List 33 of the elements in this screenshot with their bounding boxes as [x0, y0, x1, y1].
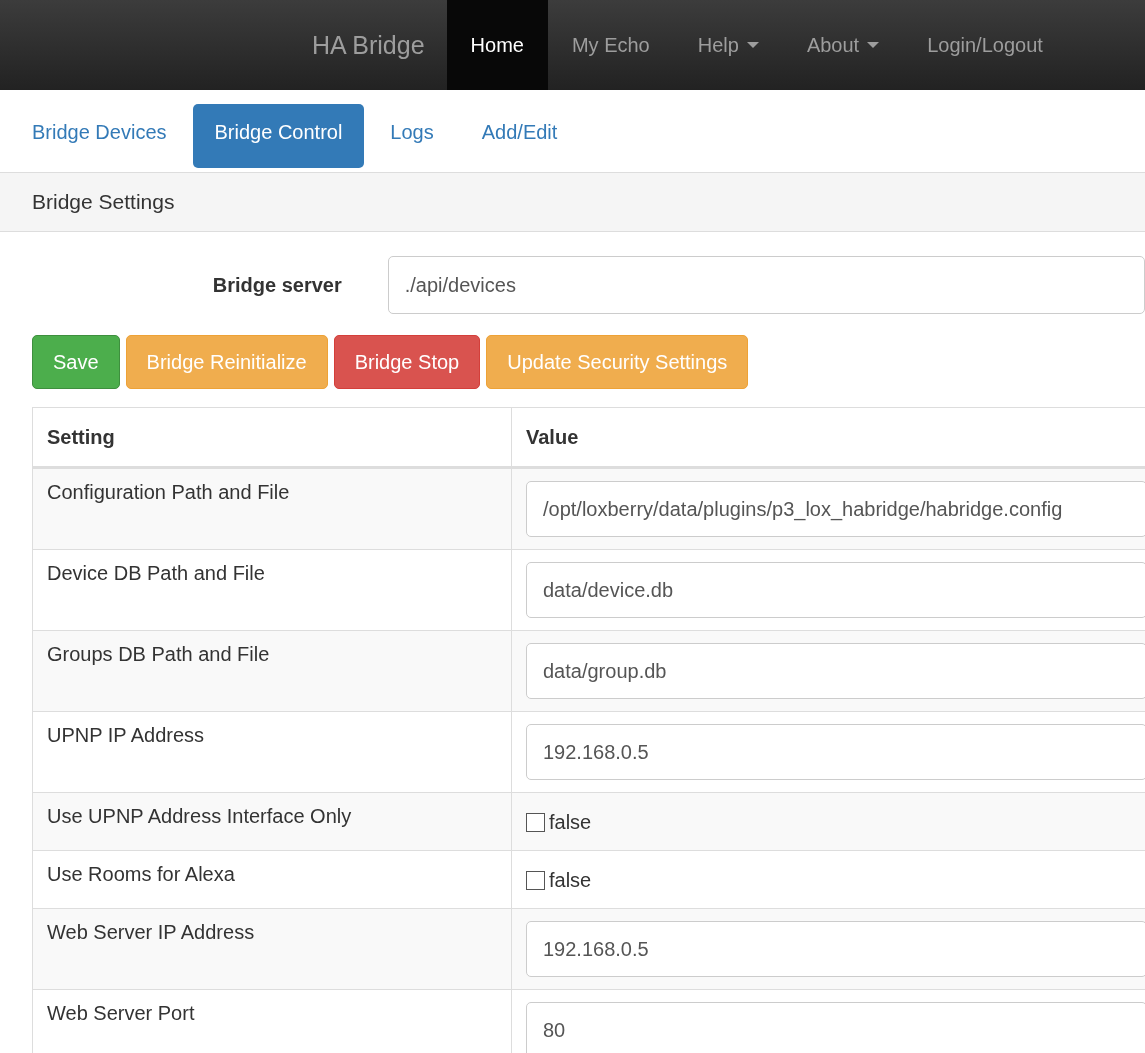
setting-cell: Groups DB Path and File: [32, 630, 512, 712]
tab[interactable]: Logs: [368, 104, 456, 168]
tab[interactable]: Bridge Control: [192, 104, 365, 168]
action-button[interactable]: Bridge Stop: [333, 335, 481, 389]
value-input[interactable]: 80: [526, 1002, 1145, 1053]
brand-link[interactable]: HA Bridge: [290, 0, 447, 90]
setting-cell: Web Server IP Address: [32, 908, 512, 990]
setting-cell: Use Rooms for Alexa: [32, 850, 512, 909]
nav-link[interactable]: Login/Logout: [903, 0, 1067, 90]
checkbox-label: false: [549, 869, 592, 892]
value-input[interactable]: 192.168.0.5: [526, 724, 1145, 780]
value-input[interactable]: data/device.db: [526, 562, 1145, 618]
nav-link[interactable]: My Echo: [547, 0, 674, 90]
save-button[interactable]: Save: [32, 335, 120, 389]
field-label: Bridge server: [211, 273, 343, 297]
nav-link[interactable]: Home: [446, 0, 548, 90]
setting-cell: Use UPNP Address Interface Only: [32, 792, 512, 851]
value-input[interactable]: data/group.db: [526, 643, 1145, 699]
value-input[interactable]: 192.168.0.5: [526, 921, 1145, 977]
server-input[interactable]: ./api/devices: [387, 256, 1145, 314]
setting-cell: Web Server Port: [32, 989, 512, 1053]
tab[interactable]: Add/Edit: [459, 104, 580, 168]
panel-title: Bridge Settings: [32, 190, 175, 214]
setting-cell: Device DB Path and File: [32, 549, 512, 631]
checkbox-label: false: [549, 811, 592, 834]
nav-link[interactable]: Help: [673, 0, 783, 90]
setting-cell: Configuration Path and File: [32, 467, 512, 550]
value-input[interactable]: /opt/loxberry/data/plugins/p3_lox_habridge/habridge.config: [526, 481, 1145, 537]
tab[interactable]: Bridge Devices: [10, 104, 189, 168]
checkbox[interactable]: [526, 871, 545, 890]
nav-link[interactable]: About: [782, 0, 904, 90]
setting-cell: UPNP IP Address: [32, 711, 512, 793]
checkbox[interactable]: [526, 813, 545, 832]
